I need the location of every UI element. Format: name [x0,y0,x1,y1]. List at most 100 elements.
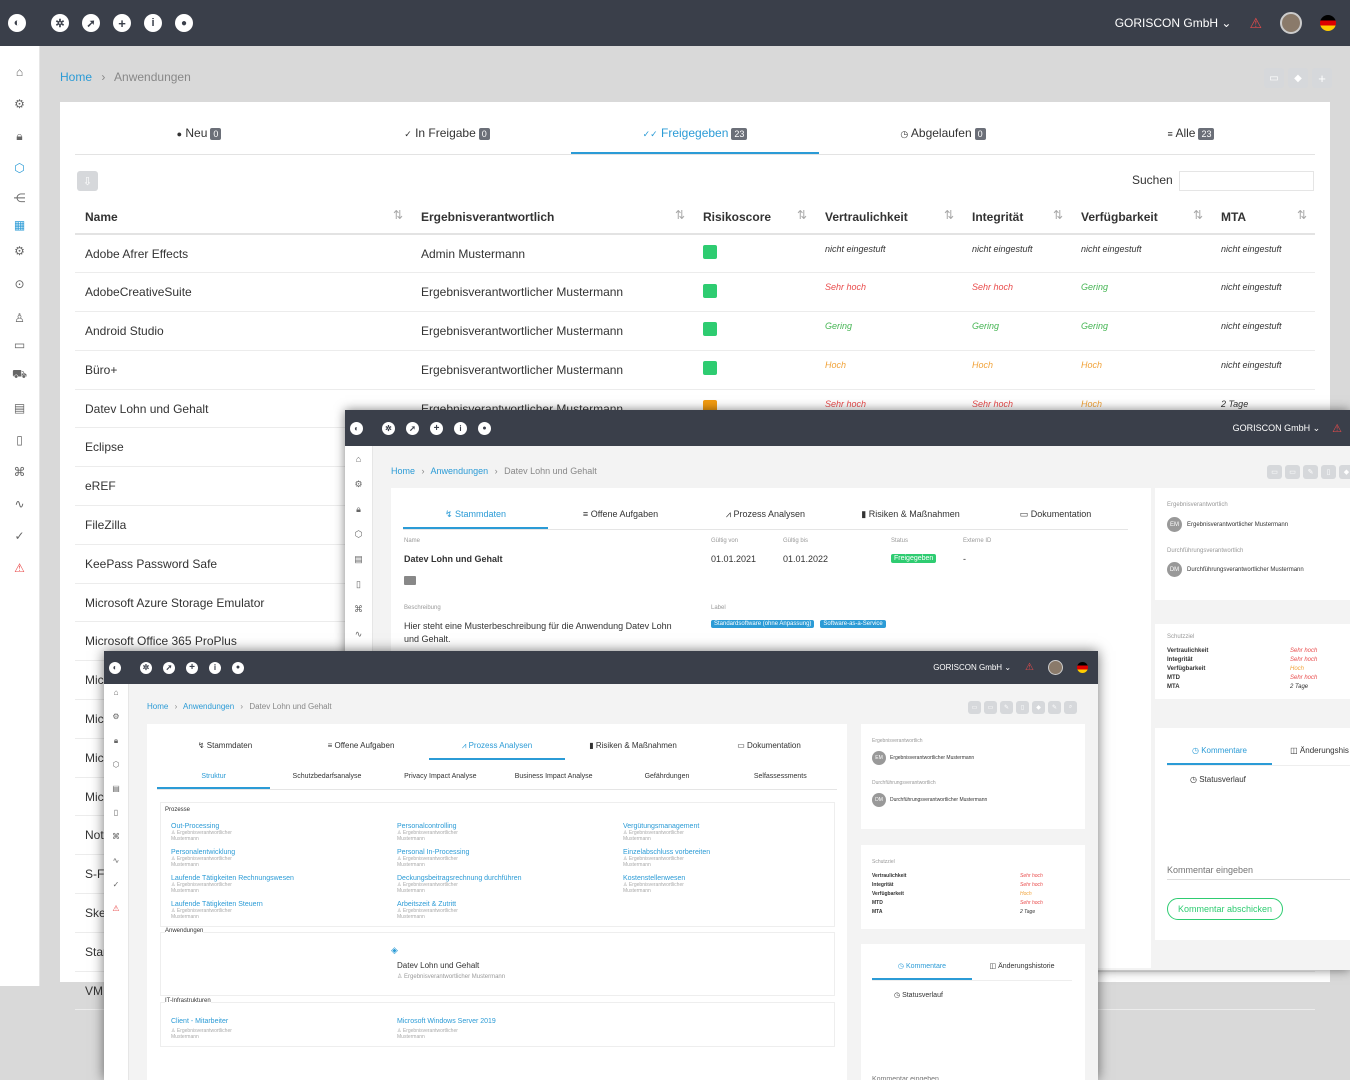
cube-icon[interactable]: ⬡ [345,529,372,554]
breadcrumb-home[interactable]: Home [60,70,92,84]
logo-icon[interactable]: ◐ [109,661,121,674]
column-header[interactable]: Integrität ⇅ [962,200,1071,235]
settings-icon[interactable]: ⚙ [14,88,25,120]
tag-button[interactable]: ◆ [1288,68,1308,88]
front-tab[interactable]: ▭ Dokumentation [701,734,837,760]
action-button[interactable]: ✎ [1303,465,1318,479]
process-item[interactable]: Laufende Tätigkeiten Rechnungswesen ♙ Erg… [171,875,371,894]
front-subtab[interactable]: Struktur [157,766,271,789]
process-item[interactable]: Personalentwicklung ♙ Ergebnisverantwortl… [171,849,371,868]
person-icon[interactable]: ♙ [14,304,25,332]
action-button[interactable]: ▭ [984,701,997,714]
tab-in-freigabe[interactable]: ✓ In Freigabe 0 [323,118,571,154]
front-subtab[interactable]: Schutzbedarfsanalyse [270,766,383,789]
detail-tab[interactable]: ▭ Dokumentation [983,500,1128,529]
book-icon[interactable]: ▯ [16,424,23,456]
avatar[interactable] [1048,660,1063,675]
dashboard-icon[interactable]: ✲ [382,421,395,435]
company-selector[interactable]: GORISCON GmbH ⌄ [933,663,1011,672]
table-row[interactable]: AdobeCreativeSuite Ergebnisverantwortlich… [75,273,1315,312]
avatar[interactable] [1280,12,1302,34]
add-button[interactable]: + [1312,68,1332,88]
tab-comments[interactable]: ◷ Kommentare [1167,736,1272,765]
pulse-icon[interactable]: ∿ [14,488,24,520]
share-icon[interactable]: ⋲ [14,184,26,212]
check-icon[interactable]: ✓ [104,880,128,904]
front-tab[interactable]: ↯ Stammdaten [157,734,293,760]
home-icon[interactable]: ⌂ [16,56,23,88]
truck-icon[interactable]: ⛟ [12,358,27,392]
cube-icon[interactable]: ⬡ [104,760,128,784]
status-history[interactable]: ◷ Statusverlauf [1190,775,1246,784]
add-icon[interactable]: + [430,421,443,435]
logo-icon[interactable]: ◐ [350,421,363,435]
user-icon[interactable]: ● [478,421,491,435]
tab-neu[interactable]: ● Neu 0 [75,118,323,154]
alert-icon[interactable]: ⚠ [1025,662,1034,673]
breadcrumb-applications[interactable]: Anwendungen [183,702,234,711]
info-icon[interactable]: i [144,14,162,32]
sort-icon[interactable]: ⇅ [797,208,807,222]
sort-icon[interactable]: ⇅ [1297,208,1307,222]
detail-tab[interactable]: ≡ Offene Aufgaben [548,500,693,529]
user-icon[interactable]: ● [175,14,193,32]
comment-input[interactable] [1167,860,1350,880]
column-header[interactable]: MTA ⇅ [1211,200,1315,235]
book-icon[interactable]: ▯ [345,579,372,604]
archive-button[interactable]: ▭ [1264,68,1284,88]
flag-de-icon[interactable] [1077,662,1088,673]
action-button[interactable]: ▭ [1267,465,1282,479]
check-icon[interactable]: ✓ [14,520,24,552]
table-row[interactable]: Adobe Afrer Effects Admin Mustermann nicht… [75,234,1315,273]
search-icon[interactable]: ⌕ [1064,701,1077,714]
front-subtab[interactable]: Privacy Impact Analyse [384,766,497,789]
detail-tab[interactable]: ↯ Stammdaten [403,500,548,529]
command-icon[interactable]: ⌘ [14,456,26,488]
dashboard-icon[interactable]: ✲ [140,661,152,674]
front-subtab[interactable]: Selfassessments [724,766,837,789]
add-icon[interactable]: + [113,14,131,32]
application-name[interactable]: Datev Lohn und Gehalt [397,961,479,970]
process-item[interactable]: Einzelabschluss vorbereiten ♙ Ergebnisver… [623,849,823,868]
lock-icon[interactable]: 🔒︎ [16,120,22,152]
search-input[interactable] [1179,171,1314,191]
tab-history[interactable]: ◫ Änderungshistorie [972,953,1072,980]
action-button[interactable]: ◆ [1032,701,1045,714]
column-header[interactable]: Name ⇅ [75,200,411,235]
home-icon[interactable]: ⌂ [104,688,128,712]
lock-icon[interactable]: 🔒︎ [104,736,128,760]
user-icon[interactable]: ● [232,661,244,674]
column-header[interactable]: Verfügbarkeit ⇅ [1071,200,1211,235]
column-header[interactable]: Ergebnisverantwortlich ⇅ [411,200,693,235]
location-icon[interactable]: ⊙ [14,264,24,304]
dashboard-icon[interactable]: ✲ [51,14,69,32]
folder-icon[interactable]: ▭ [14,332,25,358]
sort-icon[interactable]: ⇅ [1053,208,1063,222]
tab-comments[interactable]: ◷ Kommentare [872,953,972,980]
breadcrumb-home[interactable]: Home [147,702,168,711]
warning-icon[interactable]: ⚠ [14,552,25,584]
column-header[interactable]: Risikoscore ⇅ [693,200,815,235]
tab-abgelaufen[interactable]: ◷ Abgelaufen 0 [819,118,1067,154]
command-icon[interactable]: ⌘ [104,832,128,856]
it-item[interactable]: Microsoft Windows Server 2019 [397,1018,496,1025]
alert-icon[interactable]: ⚠ [1332,422,1342,435]
company-selector[interactable]: GORISCON GmbH ⌄ [1115,16,1232,30]
compass-icon[interactable]: ➚ [82,14,100,32]
process-item[interactable]: Kostenstellenwesen ♙ Ergebnisverantwortli… [623,875,823,894]
company-selector[interactable]: GORISCON GmbH ⌄ [1233,423,1321,434]
process-item[interactable]: Personalcontrolling ♙ Ergebnisverantwortl… [397,823,597,842]
compass-icon[interactable]: ➚ [163,661,175,674]
table-row[interactable]: Android Studio Ergebnisverantwortlicher M… [75,312,1315,351]
action-button[interactable]: ▭ [968,701,981,714]
front-tab[interactable]: ⩘ Prozess Analysen [429,734,565,760]
table-row[interactable]: Büro+ Ergebnisverantwortlicher Mustermann… [75,350,1315,390]
logo-icon[interactable]: ◐ [8,14,26,32]
tab-freigegeben[interactable]: ✓✓ Freigegeben 23 [571,118,819,154]
settings-icon[interactable]: ⚙ [345,479,372,504]
flag-de-icon[interactable] [1320,15,1336,31]
lock-icon[interactable]: 🔒︎ [345,504,372,529]
submit-comment-button[interactable]: Kommentar abschicken [1167,898,1284,920]
pulse-icon[interactable]: ∿ [104,856,128,880]
process-item[interactable]: Arbeitszeit & Zutritt ♙ Ergebnisverantwor… [397,901,597,920]
